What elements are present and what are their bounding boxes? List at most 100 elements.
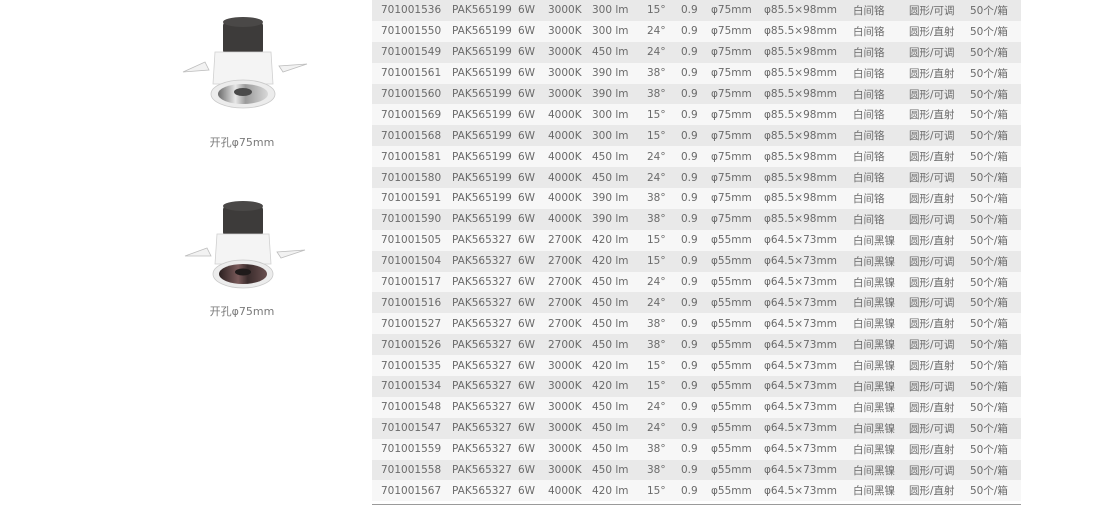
cell-power: 6W: [518, 480, 548, 502]
cell-power-factor: 0.9: [681, 20, 711, 42]
cell-model: PAK565199: [448, 104, 518, 126]
cell-lumen: 390 lm: [592, 62, 647, 84]
table-row: 701001558 PAK565327 6W 3000K 450 lm 38° 0.9 φ55…: [372, 459, 1021, 481]
cell-packing: 50个/箱: [970, 62, 1021, 84]
cell-finish: 白间铬: [853, 62, 909, 84]
cell-item-code: 701001548: [372, 396, 448, 418]
cell-cutout: φ55mm: [711, 292, 764, 314]
cell-item-code: 701001534: [372, 376, 448, 397]
cell-item-code: 701001516: [372, 292, 448, 314]
cell-dimensions: φ64.5×73mm: [764, 313, 853, 335]
cell-item-code: 701001504: [372, 250, 448, 272]
cell-item-code: 701001581: [372, 146, 448, 168]
cell-shape-type: 圆形/可调: [909, 167, 970, 189]
cell-model: PAK565327: [448, 417, 518, 439]
cell-dimensions: φ85.5×98mm: [764, 104, 853, 126]
cell-finish: 白间铬: [853, 20, 909, 42]
cell-power-factor: 0.9: [681, 83, 711, 105]
cell-dimensions: φ64.5×73mm: [764, 355, 853, 377]
cell-item-code: 701001559: [372, 438, 448, 460]
cell-power-factor: 0.9: [681, 208, 711, 230]
cell-shape-type: 圆形/直射: [909, 396, 970, 418]
cell-color-temp: 4000K: [548, 480, 592, 502]
cell-finish: 白间铬: [853, 208, 909, 230]
table-row: 701001590 PAK565199 6W 4000K 390 lm 38° 0.9 φ75…: [372, 208, 1021, 230]
cell-packing: 50个/箱: [970, 146, 1021, 168]
cell-model: PAK565327: [448, 250, 518, 272]
cell-model: PAK565327: [448, 292, 518, 314]
table-row: 701001517 PAK565327 6W 2700K 450 lm 24° 0.9 φ55…: [372, 271, 1021, 293]
cell-finish: 白间黑镍: [853, 271, 909, 293]
cell-model: PAK565327: [448, 459, 518, 481]
cell-shape-type: 圆形/可调: [909, 83, 970, 105]
cell-dimensions: φ85.5×98mm: [764, 125, 853, 147]
cell-packing: 50个/箱: [970, 355, 1021, 377]
cell-power: 6W: [518, 250, 548, 272]
cell-power: 6W: [518, 376, 548, 397]
cell-item-code: 701001567: [372, 480, 448, 502]
cell-model: PAK565327: [448, 229, 518, 251]
table-row: 701001547 PAK565327 6W 3000K 450 lm 24° 0.9 φ55…: [372, 417, 1021, 439]
product-image-silver-downlight: [175, 14, 315, 114]
cell-lumen: 420 lm: [592, 376, 647, 397]
cell-beam-angle: 15°: [647, 0, 681, 21]
cell-packing: 50个/箱: [970, 438, 1021, 460]
cell-item-code: 701001580: [372, 167, 448, 189]
cell-beam-angle: 38°: [647, 459, 681, 481]
cell-color-temp: 4000K: [548, 208, 592, 230]
cell-packing: 50个/箱: [970, 250, 1021, 272]
cell-finish: 白间黑镍: [853, 459, 909, 481]
cell-dimensions: φ64.5×73mm: [764, 271, 853, 293]
cell-color-temp: 2700K: [548, 250, 592, 272]
cell-beam-angle: 24°: [647, 20, 681, 42]
cell-shape-type: 圆形/直射: [909, 20, 970, 42]
cell-cutout: φ55mm: [711, 355, 764, 377]
cell-packing: 50个/箱: [970, 480, 1021, 502]
cell-power-factor: 0.9: [681, 480, 711, 502]
cell-dimensions: φ85.5×98mm: [764, 208, 853, 230]
cell-beam-angle: 38°: [647, 313, 681, 335]
cell-power-factor: 0.9: [681, 104, 711, 126]
cell-power: 6W: [518, 334, 548, 356]
cell-packing: 50个/箱: [970, 104, 1021, 126]
cell-beam-angle: 24°: [647, 292, 681, 314]
cell-packing: 50个/箱: [970, 334, 1021, 356]
cell-shape-type: 圆形/可调: [909, 125, 970, 147]
cell-packing: 50个/箱: [970, 41, 1021, 63]
cell-dimensions: φ85.5×98mm: [764, 62, 853, 84]
cell-shape-type: 圆形/可调: [909, 208, 970, 230]
spec-table: 701001536 PAK565199 6W 3000K 300 lm 15° 0.9 φ75…: [372, 0, 1021, 502]
table-row: 701001504 PAK565327 6W 2700K 420 lm 15° 0.9 φ55…: [372, 250, 1021, 272]
table-row: 701001591 PAK565199 6W 4000K 390 lm 38° 0.9 φ75…: [372, 188, 1021, 209]
cell-cutout: φ75mm: [711, 0, 764, 21]
cell-power-factor: 0.9: [681, 188, 711, 209]
cell-power-factor: 0.9: [681, 250, 711, 272]
cell-lumen: 390 lm: [592, 83, 647, 105]
cell-lumen: 300 lm: [592, 20, 647, 42]
cell-shape-type: 圆形/可调: [909, 376, 970, 397]
cell-finish: 白间铬: [853, 188, 909, 209]
cell-power-factor: 0.9: [681, 334, 711, 356]
cell-item-code: 701001505: [372, 229, 448, 251]
cell-lumen: 420 lm: [592, 480, 647, 502]
cell-model: PAK565199: [448, 146, 518, 168]
cell-cutout: φ75mm: [711, 167, 764, 189]
cell-cutout: φ75mm: [711, 83, 764, 105]
cell-packing: 50个/箱: [970, 125, 1021, 147]
cell-item-code: 701001569: [372, 104, 448, 126]
cell-dimensions: φ64.5×73mm: [764, 229, 853, 251]
cell-color-temp: 4000K: [548, 146, 592, 168]
cell-dimensions: φ85.5×98mm: [764, 83, 853, 105]
cell-power-factor: 0.9: [681, 355, 711, 377]
cell-cutout: φ55mm: [711, 438, 764, 460]
cell-dimensions: φ64.5×73mm: [764, 417, 853, 439]
cell-item-code: 701001560: [372, 83, 448, 105]
cell-finish: 白间铬: [853, 41, 909, 63]
cell-shape-type: 圆形/直射: [909, 313, 970, 335]
cell-model: PAK565327: [448, 438, 518, 460]
cell-lumen: 450 lm: [592, 334, 647, 356]
cell-finish: 白间黑镍: [853, 376, 909, 397]
cell-model: PAK565199: [448, 188, 518, 209]
cell-packing: 50个/箱: [970, 229, 1021, 251]
cell-cutout: φ75mm: [711, 20, 764, 42]
